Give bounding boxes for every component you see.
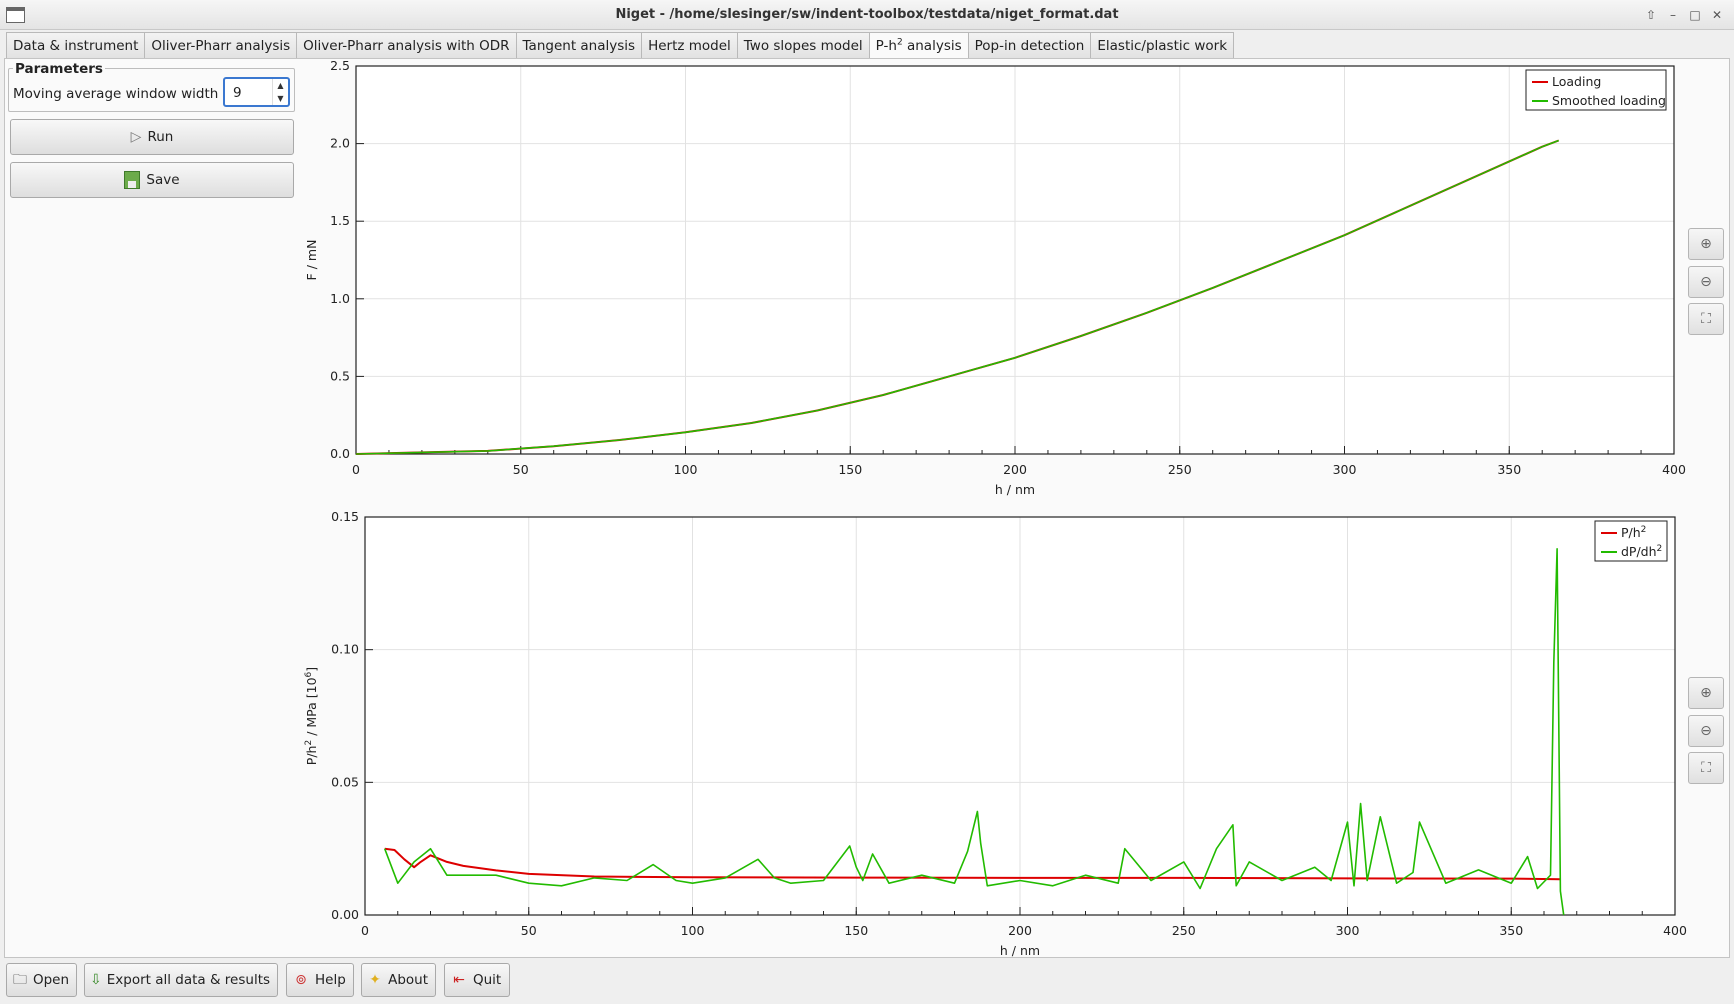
- quit-button-label: Quit: [473, 972, 502, 988]
- parameters-group: Parameters Moving average window width 9…: [8, 61, 295, 112]
- x-axis-label: h / nm: [995, 482, 1035, 497]
- y-tick-label: 0.05: [331, 774, 359, 789]
- folder-icon: 🗀: [12, 972, 27, 988]
- help-button-label: Help: [315, 972, 346, 988]
- x-tick-label: 400: [1663, 923, 1687, 938]
- spin-down-icon[interactable]: ▼: [273, 92, 288, 105]
- export-icon: ⇩: [90, 972, 102, 988]
- save-button[interactable]: Save: [10, 162, 294, 198]
- tab-pop-in-detection[interactable]: Pop-in detection: [967, 32, 1091, 59]
- x-tick-label: 0: [361, 923, 369, 938]
- tab-tangent-analysis[interactable]: Tangent analysis: [515, 32, 642, 59]
- star-icon: ✦: [369, 972, 381, 988]
- y-tick-label: 0.15: [331, 509, 359, 524]
- y-tick-label: 1.0: [330, 291, 350, 306]
- force-depth-chart[interactable]: 0 50 100 150 200 250 300 350 400 0.0 0.5 1.0 1.5 2.0 2…: [300, 58, 1690, 502]
- export-button-label: Export all data & results: [106, 972, 271, 988]
- y-axis-label: F / mN: [304, 240, 319, 281]
- x-tick-label: 0: [352, 462, 360, 477]
- window-width-label: Moving average window width: [13, 86, 219, 102]
- x-tick-label: 200: [1008, 923, 1032, 938]
- top-zoom-out-icon[interactable]: ⊖: [1688, 266, 1724, 298]
- legend-entry: Smoothed loading: [1552, 93, 1666, 108]
- export-button[interactable]: ⇩ Export all data & results: [84, 963, 278, 997]
- close-window-icon[interactable]: ✕: [1708, 6, 1726, 24]
- maximize-window-icon[interactable]: □: [1686, 6, 1704, 24]
- legend-entry: Loading: [1552, 74, 1601, 89]
- x-tick-label: 150: [844, 923, 868, 938]
- tab-oliver-pharr[interactable]: Oliver-Pharr analysis: [144, 32, 297, 59]
- p-h2-chart[interactable]: 0 50 100 150 200 250 300 350 400 0.00 0.05 0.10 0.15…: [300, 508, 1690, 958]
- minimize-window-icon[interactable]: –: [1664, 6, 1682, 24]
- x-axis-label: h / nm: [1000, 943, 1040, 958]
- window-title: Niget - /home/slesinger/sw/indent-toolbo…: [615, 7, 1119, 22]
- top-zoom-fit-icon[interactable]: ⛶: [1688, 303, 1724, 335]
- about-button[interactable]: ✦ About: [361, 963, 436, 997]
- open-button[interactable]: 🗀 Open: [6, 963, 77, 997]
- about-button-label: About: [388, 972, 428, 988]
- tab-data-instrument[interactable]: Data & instrument: [6, 32, 145, 59]
- save-icon: [124, 171, 141, 189]
- x-tick-label: 200: [1003, 462, 1027, 477]
- x-tick-label: 100: [674, 462, 698, 477]
- tab-oliver-pharr-odr[interactable]: Oliver-Pharr analysis with ODR: [296, 32, 516, 59]
- y-tick-label: 0.5: [330, 368, 350, 383]
- x-tick-label: 300: [1333, 462, 1357, 477]
- x-tick-label: 250: [1168, 462, 1192, 477]
- x-tick-label: 50: [513, 462, 529, 477]
- shade-window-icon[interactable]: ⇧: [1642, 6, 1660, 24]
- parameters-title: Parameters: [13, 61, 105, 77]
- y-tick-label: 0.0: [330, 446, 350, 461]
- run-button-label: Run: [147, 129, 174, 145]
- help-button[interactable]: ⊚ Help: [286, 963, 354, 997]
- quit-button[interactable]: ⇤ Quit: [444, 963, 510, 997]
- legend-entry: dP/dh2: [1621, 544, 1662, 559]
- top-zoom-in-icon[interactable]: ⊕: [1688, 228, 1724, 260]
- help-icon: ⊚: [295, 972, 307, 988]
- x-tick-label: 350: [1499, 923, 1523, 938]
- y-tick-label: 0.10: [331, 642, 359, 657]
- run-button[interactable]: ▷ Run: [10, 119, 294, 155]
- x-tick-label: 50: [521, 923, 537, 938]
- x-tick-label: 100: [681, 923, 705, 938]
- y-tick-label: 1.5: [330, 213, 350, 228]
- y-tick-label: 2.5: [330, 58, 350, 73]
- x-tick-label: 300: [1336, 923, 1360, 938]
- x-tick-label: 400: [1662, 462, 1686, 477]
- bottom-zoom-fit-icon[interactable]: ⛶: [1688, 752, 1724, 784]
- x-tick-label: 250: [1172, 923, 1196, 938]
- tab-two-slopes-model[interactable]: Two slopes model: [736, 32, 869, 59]
- tab-elastic-plastic-work[interactable]: Elastic/plastic work: [1090, 32, 1235, 59]
- window-titlebar: Niget - /home/slesinger/sw/indent-toolbo…: [0, 0, 1734, 30]
- play-icon: ▷: [130, 129, 142, 145]
- bottom-zoom-in-icon[interactable]: ⊕: [1688, 677, 1724, 709]
- spinbox-arrows[interactable]: ▲ ▼: [272, 79, 288, 105]
- tab-p-h2-analysis[interactable]: P-h2 analysis: [868, 32, 968, 60]
- x-tick-label: 350: [1497, 462, 1521, 477]
- y-tick-label: 0.00: [331, 907, 359, 922]
- window-width-spinbox[interactable]: 9 ▲ ▼: [223, 77, 290, 107]
- save-button-label: Save: [146, 172, 180, 188]
- y-tick-label: 2.0: [330, 136, 350, 151]
- spin-up-icon[interactable]: ▲: [273, 79, 288, 92]
- open-button-label: Open: [32, 972, 69, 988]
- x-tick-label: 150: [838, 462, 862, 477]
- bottom-zoom-out-icon[interactable]: ⊖: [1688, 715, 1724, 747]
- tab-bar: Data & instrument Oliver-Pharr analysis …: [6, 32, 1235, 60]
- window-width-value[interactable]: 9: [233, 85, 242, 101]
- tab-hertz-model[interactable]: Hertz model: [641, 32, 737, 59]
- exit-icon: ⇤: [453, 972, 465, 988]
- y-axis-label: P/h2 / MPa [106]: [304, 667, 319, 765]
